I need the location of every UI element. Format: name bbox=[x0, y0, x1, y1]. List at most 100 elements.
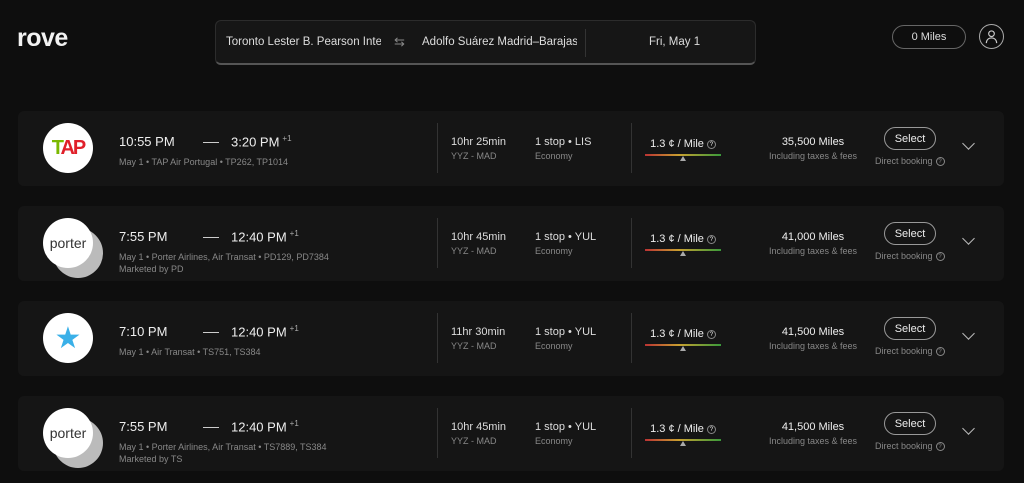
help-icon[interactable]: ? bbox=[706, 424, 716, 434]
day-offset: +1 bbox=[282, 134, 292, 143]
fees-note: Including taxes & fees bbox=[768, 246, 858, 256]
chevron-down-icon[interactable] bbox=[962, 137, 975, 150]
arrival-time: 3:20 PM bbox=[231, 134, 280, 150]
select-button[interactable]: Select bbox=[884, 127, 936, 150]
duration: 10hr 45min YYZ - MAD bbox=[451, 231, 506, 256]
flight-card[interactable]: ★ 7:10 PM 12:40 PM +1 May 1 • Air Transat … bbox=[18, 301, 1004, 376]
stops-text: 1 stop • YUL bbox=[535, 231, 597, 243]
fees-note: Including taxes & fees bbox=[768, 151, 858, 161]
direct-booking: Direct booking? bbox=[875, 346, 945, 357]
rove-logo[interactable]: rove bbox=[17, 24, 68, 53]
route: YYZ - MAD bbox=[451, 341, 497, 351]
flight-times: 7:55 PM 12:40 PM +1 bbox=[119, 229, 299, 244]
cents-per-mile: 1.3 ¢ / Mile? bbox=[645, 423, 721, 446]
price: 35,500 Miles Including taxes & fees bbox=[758, 136, 868, 161]
duration: 10hr 45min YYZ - MAD bbox=[451, 421, 506, 446]
airline-logo: porter bbox=[43, 218, 93, 268]
stops: 1 stop • YUL Economy bbox=[535, 326, 596, 351]
day-offset: +1 bbox=[289, 324, 299, 333]
chevron-down-icon[interactable] bbox=[962, 422, 975, 435]
direct-booking: Direct booking? bbox=[875, 441, 945, 452]
stops: 1 stop • YUL Economy bbox=[535, 231, 596, 256]
dash bbox=[203, 142, 219, 144]
airline-logo: porter bbox=[43, 408, 93, 458]
chevron-down-icon[interactable] bbox=[962, 327, 975, 340]
airline-logo: TAP bbox=[43, 123, 93, 173]
origin-field[interactable]: Toronto Lester B. Pearson International … bbox=[226, 36, 381, 48]
help-icon[interactable]: ? bbox=[706, 329, 716, 339]
duration: 11hr 30min YYZ - MAD bbox=[451, 326, 505, 351]
flight-card[interactable]: porter 7:55 PM 12:40 PM +1 May 1 • Porter … bbox=[18, 206, 1004, 281]
duration-text: 10hr 45min bbox=[451, 421, 507, 433]
direct-booking-label: Direct booking bbox=[875, 251, 933, 261]
stops: 1 stop • LIS Economy bbox=[535, 136, 591, 161]
dash bbox=[203, 427, 219, 429]
cpm-value: 1.3 ¢ / Mile bbox=[650, 423, 704, 435]
divider bbox=[631, 218, 632, 268]
stops-text: 1 stop • YUL bbox=[535, 326, 597, 338]
swap-arrows-icon[interactable]: ⇆ bbox=[394, 34, 405, 50]
divider bbox=[631, 313, 632, 363]
cpm-value: 1.3 ¢ / Mile bbox=[650, 138, 704, 150]
cents-per-mile: 1.3 ¢ / Mile? bbox=[645, 138, 721, 161]
select-button[interactable]: Select bbox=[884, 317, 936, 340]
user-icon[interactable] bbox=[979, 24, 1004, 49]
cents-per-mile: 1.3 ¢ / Mile? bbox=[645, 233, 721, 256]
chevron-down-icon[interactable] bbox=[962, 232, 975, 245]
divider bbox=[631, 408, 632, 458]
miles-balance-button[interactable]: 0 Miles bbox=[892, 25, 966, 49]
flight-card[interactable]: TAP 10:55 PM 3:20 PM +1 May 1 • TAP Air Po… bbox=[18, 111, 1004, 186]
miles-price: 41,500 Miles bbox=[781, 326, 845, 338]
departure-time: 7:10 PM bbox=[119, 324, 168, 340]
arrival-time: 12:40 PM bbox=[231, 419, 287, 435]
flight-meta: May 1 • Porter Airlines, Air Transat • T… bbox=[119, 441, 327, 465]
flight-times: 7:10 PM 12:40 PM +1 bbox=[119, 324, 299, 339]
fees-note: Including taxes & fees bbox=[768, 341, 858, 351]
dash bbox=[203, 237, 219, 239]
duration-text: 10hr 25min bbox=[451, 136, 507, 148]
flight-card[interactable]: porter 7:55 PM 12:40 PM +1 May 1 • Porter … bbox=[18, 396, 1004, 471]
gauge-marker bbox=[680, 441, 686, 446]
flight-meta: May 1 • Air Transat • TS751, TS384 bbox=[119, 346, 261, 358]
route: YYZ - MAD bbox=[451, 246, 497, 256]
marketed-by: Marketed by TS bbox=[119, 454, 183, 464]
dash bbox=[203, 332, 219, 334]
cpm-value: 1.3 ¢ / Mile bbox=[650, 233, 704, 245]
marketed-by: Marketed by PD bbox=[119, 264, 184, 274]
flight-info: May 1 • Porter Airlines, Air Transat • T… bbox=[119, 442, 327, 452]
flight-info: May 1 • Porter Airlines, Air Transat • P… bbox=[119, 252, 329, 262]
airline-logo-text: porter bbox=[49, 235, 87, 251]
destination-field[interactable]: Adolfo Suárez Madrid–Barajas Airport bbox=[422, 36, 577, 48]
airline-logo-text: TAP bbox=[51, 136, 87, 159]
duration: 10hr 25min YYZ - MAD bbox=[451, 136, 506, 161]
day-offset: +1 bbox=[289, 229, 299, 238]
flight-search-bar: Toronto Lester B. Pearson International … bbox=[215, 20, 756, 65]
flight-times: 7:55 PM 12:40 PM +1 bbox=[119, 419, 299, 434]
help-icon[interactable]: ? bbox=[935, 347, 945, 357]
help-icon[interactable]: ? bbox=[935, 252, 945, 262]
help-icon[interactable]: ? bbox=[935, 442, 945, 452]
airline-logo-text: porter bbox=[49, 425, 87, 441]
select-button[interactable]: Select bbox=[884, 412, 936, 435]
price: 41,500 Miles Including taxes & fees bbox=[758, 326, 868, 351]
duration-text: 10hr 45min bbox=[451, 231, 507, 243]
price: 41,500 Miles Including taxes & fees bbox=[758, 421, 868, 446]
cents-per-mile: 1.3 ¢ / Mile? bbox=[645, 328, 721, 351]
flight-meta: May 1 • Porter Airlines, Air Transat • P… bbox=[119, 251, 329, 275]
day-offset: +1 bbox=[289, 419, 299, 428]
direct-booking-label: Direct booking bbox=[875, 156, 933, 166]
arrival-time: 12:40 PM bbox=[231, 229, 287, 245]
select-button[interactable]: Select bbox=[884, 222, 936, 245]
departure-time: 7:55 PM bbox=[119, 229, 168, 245]
help-icon[interactable]: ? bbox=[706, 139, 716, 149]
direct-booking-label: Direct booking bbox=[875, 346, 933, 356]
flight-meta: May 1 • TAP Air Portugal • TP262, TP1014 bbox=[119, 156, 288, 168]
divider bbox=[585, 29, 586, 57]
route: YYZ - MAD bbox=[451, 151, 497, 161]
help-icon[interactable]: ? bbox=[706, 234, 716, 244]
fees-note: Including taxes & fees bbox=[768, 436, 858, 446]
cabin-class: Economy bbox=[535, 246, 573, 256]
date-field[interactable]: Fri, May 1 bbox=[649, 36, 700, 48]
help-icon[interactable]: ? bbox=[935, 157, 945, 167]
arrival-time: 12:40 PM bbox=[231, 324, 287, 340]
